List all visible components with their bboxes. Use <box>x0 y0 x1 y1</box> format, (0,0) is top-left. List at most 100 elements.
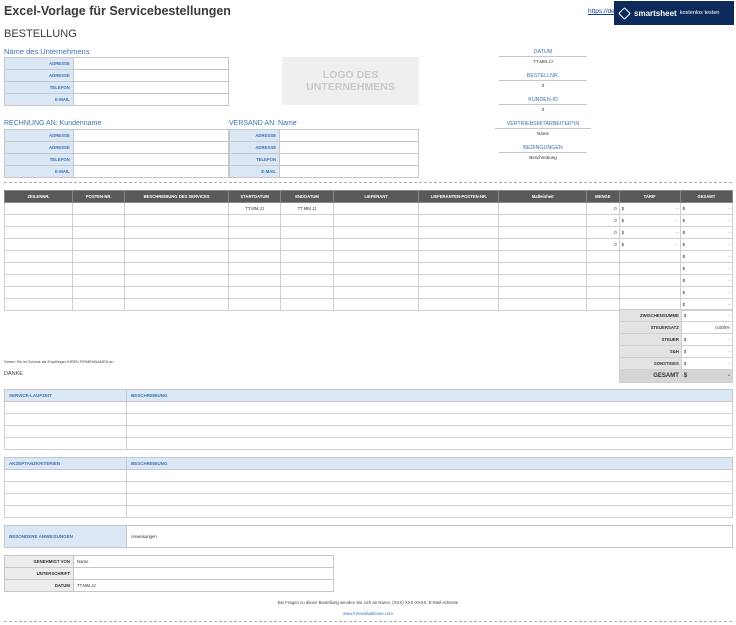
bill-phone-value[interactable] <box>72 153 230 166</box>
item-cell[interactable] <box>498 274 588 287</box>
item-cell[interactable] <box>72 250 126 263</box>
item-cell[interactable]: 0 <box>586 214 620 227</box>
item-cell[interactable] <box>332 226 420 239</box>
item-cell[interactable] <box>3 274 74 287</box>
item-cell[interactable]: $ - <box>679 214 734 227</box>
company-logo-placeholder[interactable]: LOGO DES UNTERNEHMENS <box>282 57 419 105</box>
item-cell[interactable] <box>418 286 500 299</box>
item-cell[interactable] <box>72 298 126 311</box>
service-duration-cell[interactable] <box>4 413 127 426</box>
item-cell[interactable] <box>586 286 620 299</box>
item-cell[interactable] <box>124 238 229 251</box>
item-cell[interactable] <box>618 262 681 275</box>
item-cell[interactable] <box>332 214 420 227</box>
item-cell[interactable] <box>280 250 334 263</box>
item-cell[interactable]: 0 <box>586 202 620 215</box>
item-cell[interactable] <box>586 250 620 263</box>
item-cell[interactable] <box>227 286 282 299</box>
item-cell[interactable] <box>498 214 588 227</box>
item-cell[interactable] <box>3 202 74 215</box>
service-duration-cell[interactable] <box>4 425 127 438</box>
item-cell[interactable] <box>418 214 500 227</box>
ship-phone-value[interactable] <box>279 153 419 166</box>
item-cell[interactable] <box>618 286 681 299</box>
signature-value[interactable] <box>73 567 334 580</box>
item-cell[interactable] <box>227 226 282 239</box>
ship-address2-value[interactable] <box>279 141 419 154</box>
item-cell[interactable] <box>332 238 420 251</box>
item-cell[interactable] <box>227 274 282 287</box>
terms-value[interactable]: Beschreibung <box>499 155 587 160</box>
item-cell[interactable] <box>227 262 282 275</box>
smartsheet-banner[interactable]: smartsheet kostenlos testen <box>614 1 734 25</box>
other-value[interactable]: $ - <box>680 357 734 370</box>
shipping-value[interactable]: $ - <box>680 345 734 358</box>
item-cell[interactable] <box>124 286 229 299</box>
item-cell[interactable] <box>227 214 282 227</box>
item-cell[interactable]: $ - <box>679 250 734 263</box>
acceptance-criteria-cell[interactable] <box>4 493 127 506</box>
item-cell[interactable] <box>498 286 588 299</box>
tax-rate-value[interactable]: 0,000% <box>680 321 734 334</box>
acceptance-criteria-cell[interactable] <box>4 505 127 518</box>
item-cell[interactable]: TT.MM.JJ <box>227 202 282 215</box>
item-cell[interactable] <box>418 238 500 251</box>
item-cell[interactable] <box>332 250 420 263</box>
company-phone-value[interactable] <box>72 81 230 94</box>
service-description-cell[interactable] <box>126 401 733 414</box>
item-cell[interactable] <box>124 274 229 287</box>
acceptance-criteria-cell[interactable] <box>4 469 127 482</box>
item-cell[interactable]: 0 <box>586 226 620 239</box>
item-cell[interactable]: $ - <box>679 286 734 299</box>
bill-address2-value[interactable] <box>72 141 230 154</box>
date-value[interactable]: TT.MM.JJ <box>499 59 587 64</box>
item-cell[interactable] <box>280 262 334 275</box>
item-cell[interactable] <box>618 250 681 263</box>
item-cell[interactable]: $ - <box>679 274 734 287</box>
item-cell[interactable] <box>3 238 74 251</box>
acceptance-criteria-cell[interactable] <box>4 481 127 494</box>
item-cell[interactable]: $ - <box>618 238 681 251</box>
service-description-cell[interactable] <box>126 437 733 450</box>
item-cell[interactable] <box>332 298 420 311</box>
service-description-cell[interactable] <box>126 425 733 438</box>
item-cell[interactable] <box>124 202 229 215</box>
item-cell[interactable] <box>332 286 420 299</box>
item-cell[interactable] <box>498 202 588 215</box>
item-cell[interactable] <box>3 298 74 311</box>
approval-date-value[interactable]: TT.MM.JJ <box>73 579 334 592</box>
item-cell[interactable]: $ - <box>679 262 734 275</box>
item-cell[interactable] <box>498 262 588 275</box>
item-cell[interactable] <box>418 250 500 263</box>
company-address2-value[interactable] <box>72 69 230 82</box>
item-cell[interactable] <box>280 286 334 299</box>
item-cell[interactable] <box>72 286 126 299</box>
item-cell[interactable] <box>72 214 126 227</box>
item-cell[interactable] <box>418 262 500 275</box>
bill-address-value[interactable] <box>72 129 230 142</box>
footer-website[interactable]: www.ihrewebadresse.com <box>0 611 736 616</box>
item-cell[interactable]: 0 <box>586 238 620 251</box>
item-cell[interactable] <box>72 262 126 275</box>
item-cell[interactable] <box>72 202 126 215</box>
template-link[interactable]: https://de <box>588 8 615 15</box>
item-cell[interactable] <box>124 262 229 275</box>
item-cell[interactable] <box>498 226 588 239</box>
item-cell[interactable] <box>280 226 334 239</box>
item-cell[interactable] <box>332 202 420 215</box>
acceptance-description-cell[interactable] <box>126 493 733 506</box>
item-cell[interactable] <box>3 262 74 275</box>
item-cell[interactable] <box>498 298 588 311</box>
item-cell[interactable] <box>3 250 74 263</box>
item-cell[interactable] <box>124 226 229 239</box>
approved-by-value[interactable]: Name <box>73 555 334 568</box>
item-cell[interactable]: $ - <box>618 214 681 227</box>
ship-email-value[interactable] <box>279 165 419 178</box>
item-cell[interactable]: $ - <box>679 202 734 215</box>
acceptance-description-cell[interactable] <box>126 469 733 482</box>
item-cell[interactable]: $ - <box>679 226 734 239</box>
item-cell[interactable] <box>586 274 620 287</box>
item-cell[interactable] <box>72 226 126 239</box>
company-address-value[interactable] <box>72 57 230 70</box>
sales-rep-value[interactable]: Name <box>495 131 591 136</box>
